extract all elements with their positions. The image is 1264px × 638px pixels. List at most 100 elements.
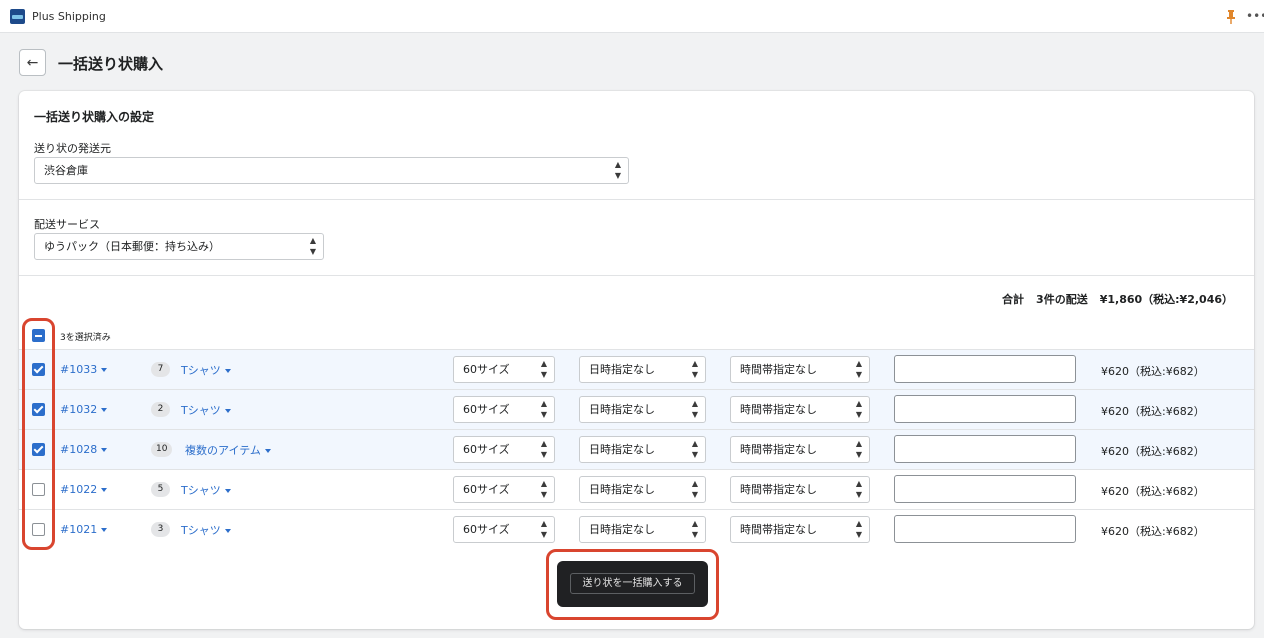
quantity-badge: 5 bbox=[151, 482, 170, 497]
service-select-value: ゆうパック（日本郵便：持ち込み） bbox=[44, 240, 220, 253]
row-price: ¥620（税込:¥682） bbox=[1101, 365, 1205, 378]
row-checkbox[interactable] bbox=[32, 483, 45, 496]
select-arrows-icon: ▲ ▼ bbox=[614, 160, 621, 180]
select-arrows-icon: ▲ ▼ bbox=[855, 479, 862, 499]
table-row: #1028 10 複数のアイテム 60サイズ ▲ ▼ 日時指定なし ▲ ▼ 時間帯指定なし ▲ ▼ ¥6… bbox=[19, 429, 1254, 469]
row-checkbox[interactable] bbox=[32, 403, 45, 416]
note-input[interactable] bbox=[894, 435, 1076, 463]
service-select[interactable]: ゆうパック（日本郵便：持ち込み） ▲ ▼ bbox=[34, 233, 324, 260]
item-link[interactable]: Tシャツ bbox=[181, 522, 231, 538]
pin-icon[interactable] bbox=[1226, 10, 1236, 24]
app-topbar: Plus Shipping ••• bbox=[0, 0, 1264, 33]
caret-down-icon bbox=[101, 448, 108, 452]
origin-select-value: 渋谷倉庫 bbox=[44, 164, 88, 177]
select-arrows-icon: ▲ ▼ bbox=[855, 439, 862, 459]
table-row: #1033 7 Tシャツ 60サイズ ▲ ▼ 日時指定なし ▲ ▼ 時間帯指定なし ▲ ▼ ¥620（税… bbox=[19, 349, 1254, 389]
table-row: #1021 3 Tシャツ 60サイズ ▲ ▼ 日時指定なし ▲ ▼ 時間帯指定なし ▲ ▼ ¥620（税… bbox=[19, 509, 1254, 549]
quantity-badge: 3 bbox=[151, 522, 170, 537]
caret-down-icon bbox=[224, 489, 231, 493]
settings-section-title: 一括送り状購入の設定 bbox=[34, 110, 155, 124]
order-link[interactable]: #1021 bbox=[60, 523, 108, 536]
select-arrows-icon: ▲ ▼ bbox=[540, 519, 547, 539]
row-price: ¥620（税込:¥682） bbox=[1101, 485, 1205, 498]
item-link[interactable]: Tシャツ bbox=[181, 362, 231, 378]
order-link[interactable]: #1033 bbox=[60, 363, 108, 376]
row-price: ¥620（税込:¥682） bbox=[1101, 405, 1205, 418]
date-select[interactable]: 日時指定なし ▲ ▼ bbox=[579, 436, 706, 463]
select-all-checkbox[interactable] bbox=[32, 329, 45, 342]
row-checkbox[interactable] bbox=[32, 363, 45, 376]
quantity-badge: 10 bbox=[151, 442, 173, 457]
date-select[interactable]: 日時指定なし ▲ ▼ bbox=[579, 356, 706, 383]
select-arrows-icon: ▲ ▼ bbox=[309, 236, 316, 256]
total-count: 3件の配送 bbox=[1036, 293, 1088, 306]
caret-down-icon bbox=[224, 529, 231, 533]
back-button[interactable]: ← bbox=[19, 49, 46, 76]
select-arrows-icon: ▲ ▼ bbox=[855, 519, 862, 539]
size-select[interactable]: 60サイズ ▲ ▼ bbox=[453, 356, 555, 383]
arrow-left-icon: ← bbox=[26, 54, 39, 71]
time-select[interactable]: 時間帯指定なし ▲ ▼ bbox=[730, 356, 870, 383]
bulk-buy-button[interactable]: 送り状を一括購入する bbox=[557, 561, 708, 607]
total-summary: 合計 3件の配送 ¥1,860（税込:¥2,046） bbox=[1002, 291, 1233, 307]
caret-down-icon bbox=[264, 449, 271, 453]
select-arrows-icon: ▲ ▼ bbox=[540, 399, 547, 419]
total-amount: ¥1,860（税込:¥2,046） bbox=[1099, 293, 1233, 306]
date-select[interactable]: 日時指定なし ▲ ▼ bbox=[579, 396, 706, 423]
select-arrows-icon: ▲ ▼ bbox=[691, 399, 698, 419]
row-price: ¥620（税込:¥682） bbox=[1101, 525, 1205, 538]
caret-down-icon bbox=[101, 528, 108, 532]
item-link[interactable]: Tシャツ bbox=[181, 402, 231, 418]
bulk-purchase-card: 一括送り状購入の設定 送り状の発送元 渋谷倉庫 ▲ ▼ 配送サービス ゆうパック（… bbox=[19, 91, 1254, 629]
date-select[interactable]: 日時指定なし ▲ ▼ bbox=[579, 516, 706, 543]
selected-count-label: 3を選択済み bbox=[60, 333, 111, 343]
size-select[interactable]: 60サイズ ▲ ▼ bbox=[453, 516, 555, 543]
bulk-buy-button-label: 送り状を一括購入する bbox=[570, 573, 695, 594]
time-select[interactable]: 時間帯指定なし ▲ ▼ bbox=[730, 396, 870, 423]
caret-down-icon bbox=[224, 369, 231, 373]
app-name: Plus Shipping bbox=[32, 10, 106, 23]
date-select[interactable]: 日時指定なし ▲ ▼ bbox=[579, 476, 706, 503]
table-row: #1022 5 Tシャツ 60サイズ ▲ ▼ 日時指定なし ▲ ▼ 時間帯指定なし ▲ ▼ ¥620（税… bbox=[19, 469, 1254, 509]
size-select[interactable]: 60サイズ ▲ ▼ bbox=[453, 436, 555, 463]
time-select[interactable]: 時間帯指定なし ▲ ▼ bbox=[730, 516, 870, 543]
row-checkbox[interactable] bbox=[32, 443, 45, 456]
order-link[interactable]: #1028 bbox=[60, 443, 108, 456]
origin-label: 送り状の発送元 bbox=[34, 142, 111, 155]
select-arrows-icon: ▲ ▼ bbox=[691, 479, 698, 499]
order-link[interactable]: #1022 bbox=[60, 483, 108, 496]
select-arrows-icon: ▲ ▼ bbox=[540, 479, 547, 499]
select-arrows-icon: ▲ ▼ bbox=[855, 399, 862, 419]
divider bbox=[19, 199, 1254, 200]
size-select[interactable]: 60サイズ ▲ ▼ bbox=[453, 476, 555, 503]
quantity-badge: 2 bbox=[151, 402, 170, 417]
select-arrows-icon: ▲ ▼ bbox=[691, 439, 698, 459]
service-label: 配送サービス bbox=[34, 218, 100, 231]
time-select[interactable]: 時間帯指定なし ▲ ▼ bbox=[730, 436, 870, 463]
origin-select[interactable]: 渋谷倉庫 ▲ ▼ bbox=[34, 157, 629, 184]
item-link[interactable]: Tシャツ bbox=[181, 482, 231, 498]
divider bbox=[19, 275, 1254, 276]
caret-down-icon bbox=[101, 368, 108, 372]
caret-down-icon bbox=[101, 488, 108, 492]
row-checkbox[interactable] bbox=[32, 523, 45, 536]
note-input[interactable] bbox=[894, 475, 1076, 503]
caret-down-icon bbox=[224, 409, 231, 413]
note-input[interactable] bbox=[894, 515, 1076, 543]
more-options-icon[interactable]: ••• bbox=[1246, 10, 1264, 22]
app-logo-icon bbox=[10, 9, 25, 24]
order-link[interactable]: #1032 bbox=[60, 403, 108, 416]
select-arrows-icon: ▲ ▼ bbox=[691, 359, 698, 379]
note-input[interactable] bbox=[894, 395, 1076, 423]
table-row: #1032 2 Tシャツ 60サイズ ▲ ▼ 日時指定なし ▲ ▼ 時間帯指定なし ▲ ▼ ¥620（税… bbox=[19, 389, 1254, 429]
select-arrows-icon: ▲ ▼ bbox=[855, 359, 862, 379]
item-link[interactable]: 複数のアイテム bbox=[185, 442, 271, 458]
row-price: ¥620（税込:¥682） bbox=[1101, 445, 1205, 458]
select-arrows-icon: ▲ ▼ bbox=[691, 519, 698, 539]
time-select[interactable]: 時間帯指定なし ▲ ▼ bbox=[730, 476, 870, 503]
note-input[interactable] bbox=[894, 355, 1076, 383]
total-label: 合計 bbox=[1002, 293, 1025, 306]
size-select[interactable]: 60サイズ ▲ ▼ bbox=[453, 396, 555, 423]
select-arrows-icon: ▲ ▼ bbox=[540, 439, 547, 459]
select-arrows-icon: ▲ ▼ bbox=[540, 359, 547, 379]
